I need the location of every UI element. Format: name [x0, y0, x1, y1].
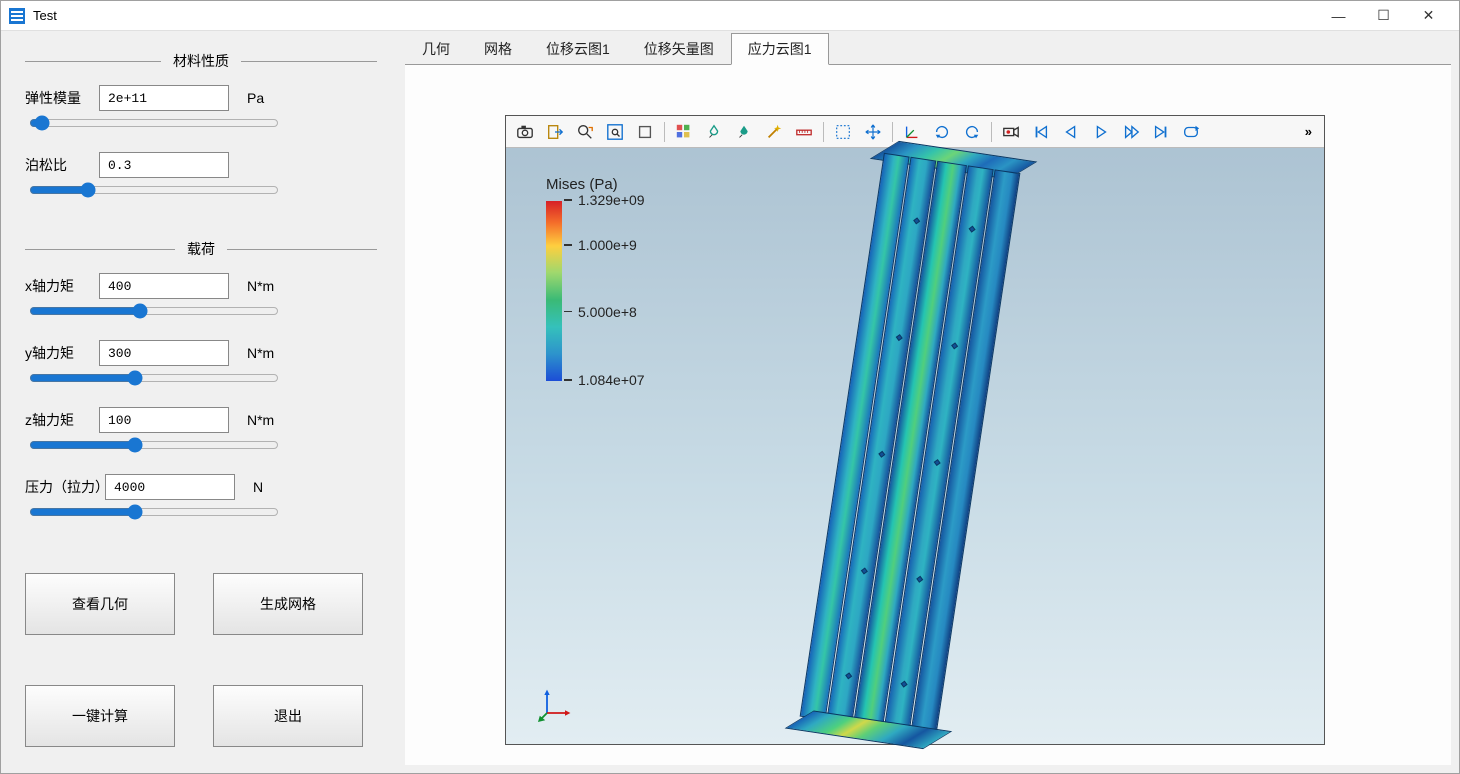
tab-bar: 几何网格位移云图1位移矢量图应力云图1	[405, 37, 1451, 65]
mx-slider[interactable]	[29, 303, 279, 319]
box-icon[interactable]	[631, 119, 659, 145]
drop2-icon[interactable]	[730, 119, 758, 145]
my-input[interactable]	[99, 340, 229, 366]
exit-button[interactable]: 退出	[213, 685, 363, 747]
camera-icon[interactable]	[511, 119, 539, 145]
tab-dispv[interactable]: 位移矢量图	[627, 33, 731, 64]
mx-label: x轴力矩	[25, 276, 99, 296]
mx-unit: N*m	[247, 278, 274, 294]
toolbar-separator	[991, 122, 992, 142]
view-geometry-button[interactable]: 查看几何	[25, 573, 175, 635]
action-buttons: 查看几何 生成网格 一键计算 退出	[25, 573, 377, 747]
legend-tick: 5.000e+8	[564, 304, 637, 320]
window-maximize-button[interactable]: ☐	[1361, 2, 1406, 30]
toolbar-separator	[823, 122, 824, 142]
viewer-3d[interactable]: » Mises (Pa) 1.329e+091.000e+95.000e+81.…	[505, 115, 1325, 745]
group-material-label: 材料性质	[161, 51, 241, 71]
elastic-input[interactable]	[99, 85, 229, 111]
legend-colorbar: 1.329e+091.000e+95.000e+81.084e+07	[546, 201, 562, 381]
loop-icon[interactable]	[1177, 119, 1205, 145]
generate-mesh-button[interactable]: 生成网格	[213, 573, 363, 635]
step-back-icon[interactable]	[1057, 119, 1085, 145]
legend-tick: 1.329e+09	[564, 192, 645, 208]
app-window: Test — ☐ ✕ 材料性质 弹性模量 Pa 泊松比	[0, 0, 1460, 774]
force-input[interactable]	[105, 474, 235, 500]
zoom-fit-icon[interactable]	[601, 119, 629, 145]
drop1-icon[interactable]	[700, 119, 728, 145]
toolbar-separator	[892, 122, 893, 142]
force-slider[interactable]	[29, 504, 279, 520]
window-title: Test	[33, 8, 1316, 23]
elastic-label: 弹性模量	[25, 88, 99, 108]
zoom-area-icon[interactable]	[571, 119, 599, 145]
result-beam	[800, 153, 1023, 737]
magic-icon[interactable]	[760, 119, 788, 145]
legend-tick: 1.084e+07	[564, 372, 645, 388]
record-icon[interactable]	[997, 119, 1025, 145]
legend-tick: 1.000e+9	[564, 237, 637, 253]
tab-stress1[interactable]: 应力云图1	[731, 33, 829, 65]
toolbar-overflow[interactable]: »	[1297, 124, 1320, 139]
field-elastic: 弹性模量 Pa	[25, 85, 377, 111]
group-load-label: 载荷	[175, 239, 227, 259]
play-icon[interactable]	[1087, 119, 1115, 145]
titlebar: Test — ☐ ✕	[1, 1, 1459, 31]
toolbar-separator	[664, 122, 665, 142]
skip-last-icon[interactable]	[1147, 119, 1175, 145]
force-label: 压力（拉力）	[25, 477, 105, 497]
group-material: 材料性质 弹性模量 Pa 泊松比	[25, 51, 377, 219]
mz-unit: N*m	[247, 412, 274, 428]
my-slider[interactable]	[29, 370, 279, 386]
viewer-wrap: » Mises (Pa) 1.329e+091.000e+95.000e+81.…	[405, 65, 1451, 765]
force-unit: N	[253, 479, 263, 495]
ruler-icon[interactable]	[790, 119, 818, 145]
window-close-button[interactable]: ✕	[1406, 2, 1451, 30]
group-load: 载荷 x轴力矩 N*m y轴力矩 N*m z轴力矩	[25, 239, 377, 541]
window-minimize-button[interactable]: —	[1316, 2, 1361, 30]
legend: Mises (Pa) 1.329e+091.000e+95.000e+81.08…	[546, 176, 618, 381]
skip-first-icon[interactable]	[1027, 119, 1055, 145]
poisson-label: 泊松比	[25, 155, 99, 175]
my-label: y轴力矩	[25, 343, 99, 363]
mx-input[interactable]	[99, 273, 229, 299]
compute-button[interactable]: 一键计算	[25, 685, 175, 747]
sidebar: 材料性质 弹性模量 Pa 泊松比	[1, 31, 401, 773]
app-icon	[9, 8, 25, 24]
move-icon[interactable]	[859, 119, 887, 145]
elastic-unit: Pa	[247, 90, 264, 106]
mz-label: z轴力矩	[25, 410, 99, 430]
tab-disp1[interactable]: 位移云图1	[529, 33, 627, 64]
mz-input[interactable]	[99, 407, 229, 433]
poisson-input[interactable]	[99, 152, 229, 178]
rotate-cw-icon[interactable]	[928, 119, 956, 145]
legend-title: Mises (Pa)	[546, 176, 618, 193]
poisson-slider[interactable]	[29, 182, 279, 198]
field-force: 压力（拉力） N	[25, 474, 377, 500]
axis-triad-icon	[538, 686, 574, 722]
palette-icon[interactable]	[670, 119, 698, 145]
tab-geom[interactable]: 几何	[405, 33, 467, 64]
field-mx: x轴力矩 N*m	[25, 273, 377, 299]
mz-slider[interactable]	[29, 437, 279, 453]
select-box-icon[interactable]	[829, 119, 857, 145]
tab-mesh[interactable]: 网格	[467, 33, 529, 64]
field-poisson: 泊松比	[25, 152, 377, 178]
main-area: 几何网格位移云图1位移矢量图应力云图1 » Mises (Pa) 1.329e+…	[401, 31, 1459, 773]
step-fwd-icon[interactable]	[1117, 119, 1145, 145]
field-my: y轴力矩 N*m	[25, 340, 377, 366]
export-icon[interactable]	[541, 119, 569, 145]
rotate-ccw-icon[interactable]	[958, 119, 986, 145]
field-mz: z轴力矩 N*m	[25, 407, 377, 433]
elastic-slider[interactable]	[29, 115, 279, 131]
my-unit: N*m	[247, 345, 274, 361]
